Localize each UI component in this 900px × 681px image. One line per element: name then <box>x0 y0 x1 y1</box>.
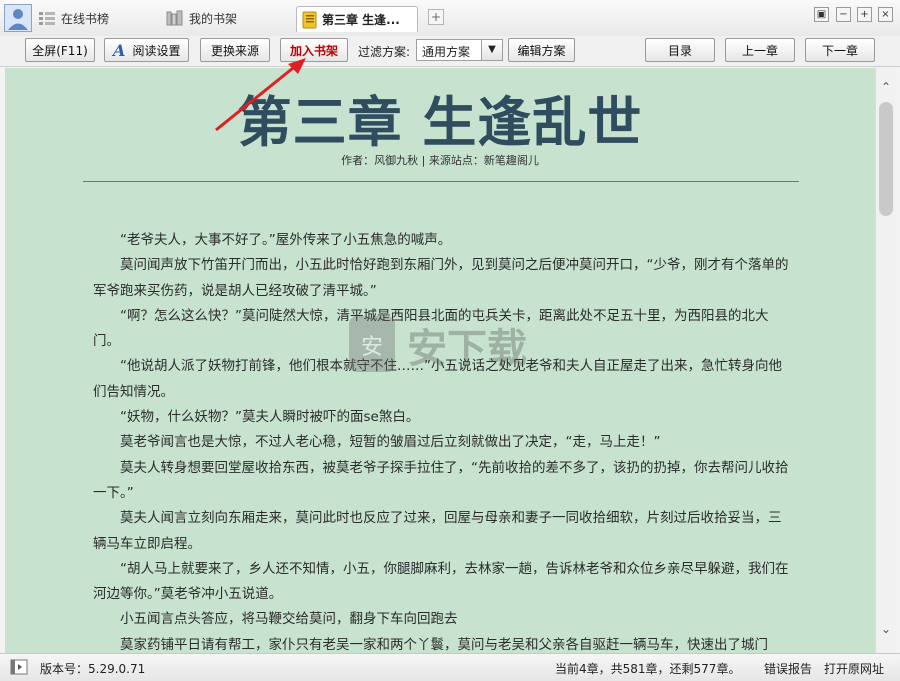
add-tab-button[interactable]: + <box>428 9 444 25</box>
watermark-badge: 安 <box>361 335 383 360</box>
svg-text:A: A <box>112 42 125 58</box>
tab-online-rank[interactable]: 在线书榜 <box>38 8 109 28</box>
scroll-up-icon[interactable]: ⌃ <box>876 78 896 96</box>
minimize-button[interactable]: − <box>836 7 851 22</box>
maximize-button[interactable]: + <box>857 7 872 22</box>
user-icon <box>8 9 28 30</box>
dropdown-arrow-icon: ▼ <box>481 40 502 60</box>
tab-bar: 在线书榜 我的书架 第三章 生逢... + ▣ − + × <box>0 0 900 37</box>
title-divider <box>83 181 799 182</box>
filter-scheme-label: 过滤方案: <box>358 45 411 59</box>
fullscreen-label: 全屏(F11) <box>32 43 88 58</box>
fullscreen-button[interactable]: 全屏(F11) <box>25 38 95 62</box>
error-report-link[interactable]: 错误报告 <box>764 660 812 677</box>
prev-chapter-button[interactable]: 上一章 <box>725 38 795 62</box>
chapter-paragraph: 莫老爷闻言也是大惊，不过人老心稳，短暂的皱眉过后立刻就做出了决定，“走，马上走！… <box>120 434 661 451</box>
status-bar: 版本号：5.29.0.71 当前4章，共581章，还剩577章。 错误报告 打开… <box>0 653 900 681</box>
chapter-paragraph: 莫夫人闻言立刻向东厢走来，莫问此时也反应了过来，回屋与母亲和妻子一同收拾细软，片… <box>93 510 782 552</box>
font-a-icon: A <box>112 42 125 58</box>
tab-current-chapter[interactable]: 第三章 生逢... <box>296 6 418 32</box>
list-icon <box>39 12 55 25</box>
vertical-scrollbar[interactable]: ⌃ ⌄ <box>875 68 896 653</box>
scrollbar-thumb[interactable] <box>879 102 893 216</box>
chapter-paragraph: “妖物，什么妖物？”莫夫人瞬时被吓的面se煞白。 <box>120 409 420 426</box>
chapter-paragraph: 莫家药铺平日请有帮工，家仆只有老吴一家和两个丫鬟，莫问与老吴和父亲各自驱赶一辆马… <box>120 636 768 653</box>
edit-scheme-button[interactable]: 编辑方案 <box>508 38 575 62</box>
close-button[interactable]: × <box>878 7 893 22</box>
reading-settings-label: 阅读设置 <box>132 43 181 58</box>
bookshelf-icon <box>166 10 183 26</box>
version-text: 版本号：5.29.0.71 <box>40 662 146 676</box>
skin-button[interactable]: ▣ <box>814 7 829 22</box>
tab-my-shelf[interactable]: 我的书架 <box>166 8 237 28</box>
edit-scheme-label: 编辑方案 <box>517 43 566 58</box>
open-source-url-link[interactable]: 打开原网址 <box>824 660 884 677</box>
reading-settings-button[interactable]: A 阅读设置 <box>104 38 189 62</box>
chapter-paragraph: “胡人马上就要来了，乡人还不知情，小五，你腿脚麻利，去林家一趟，告诉林老爷和众位… <box>93 560 789 603</box>
prev-chapter-label: 上一章 <box>741 43 778 58</box>
toc-label: 目录 <box>667 43 692 58</box>
chapter-paragraph: 莫问闻声放下竹笛开门而出，小五此时恰好跑到东厢门外，见到莫问之后便冲莫问开口，“… <box>93 257 789 299</box>
next-chapter-label: 下一章 <box>821 43 858 58</box>
watermark-logo-icon: 安 安下载 <box>349 316 527 372</box>
chapter-title: 第三章 生逢乱世 <box>237 91 643 154</box>
watermark: 安 安下载 <box>345 306 565 386</box>
chapter-body: “老爷夫人，大事不好了。”屋外传来了小五焦急的喊声。莫问闻声放下竹笛开门而出，小… <box>93 228 793 653</box>
chapter-meta: 作者：风御九秋 | 来源站点：新笔趣阁儿 <box>341 154 539 167</box>
chapter-paragraph: 莫夫人转身想要回堂屋收拾东西，被莫老爷子探手拉住了，“先前收拾的差不多了，该扔的… <box>93 459 789 501</box>
user-avatar[interactable] <box>4 4 32 32</box>
tab-current-chapter-label: 第三章 生逢... <box>322 13 400 27</box>
next-chapter-button[interactable]: 下一章 <box>805 38 875 62</box>
book-icon <box>302 11 317 28</box>
chapter-paragraph: 小五闻言点头答应，将马鞭交给莫问，翻身下车向回跑去 <box>120 611 458 628</box>
filter-scheme-select[interactable]: 通用方案 ▼ <box>416 39 503 61</box>
watermark-text: 安下载 <box>407 326 527 372</box>
tab-online-rank-label: 在线书榜 <box>61 11 110 26</box>
filter-scheme-value: 通用方案 <box>422 45 471 59</box>
red-arrow-annotation <box>215 58 306 132</box>
toc-button[interactable]: 目录 <box>645 38 715 62</box>
toolbar: 全屏(F11) A 阅读设置 更换来源 加入书架 过滤方案: 通用方案 ▼ 编辑… <box>0 36 900 67</box>
tab-my-shelf-label: 我的书架 <box>189 11 238 26</box>
scroll-down-icon[interactable]: ⌄ <box>876 620 896 638</box>
reading-pane[interactable]: 第三章 生逢乱世 作者：风御九秋 | 来源站点：新笔趣阁儿 “老爷夫人，大事不好… <box>5 68 875 653</box>
chapter-progress-text: 当前4章，共581章，还剩577章。 <box>555 662 741 676</box>
chapter-paragraph: “老爷夫人，大事不好了。”屋外传来了小五焦急的喊声。 <box>120 232 452 248</box>
sidebar-toggle-icon[interactable] <box>10 659 28 675</box>
